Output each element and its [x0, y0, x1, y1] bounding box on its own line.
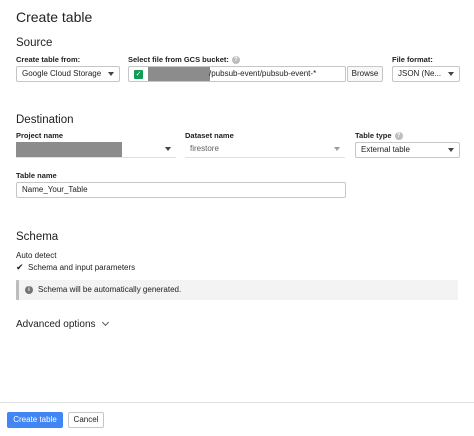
project-name-label: Project name: [16, 131, 64, 140]
chevron-down-icon: [334, 147, 340, 151]
create-from-label: Create table from:: [16, 55, 81, 64]
browse-button[interactable]: Browse: [347, 66, 383, 82]
cancel-button[interactable]: Cancel: [68, 412, 104, 428]
source-section-title: Source: [16, 37, 53, 49]
chevron-down-icon: [101, 318, 109, 327]
redacted-project-name: [16, 142, 122, 157]
create-from-select[interactable]: Google Cloud Storage: [16, 66, 120, 82]
table-name-label: Table name: [16, 171, 57, 180]
table-type-label: Table type?: [355, 131, 403, 141]
chevron-down-icon: [165, 147, 171, 151]
redacted-bucket-name: [148, 67, 210, 81]
table-name-input[interactable]: Name_Your_Table: [16, 182, 346, 198]
advanced-options-label: Advanced options: [16, 319, 96, 330]
table-type-select[interactable]: External table: [355, 142, 460, 158]
advanced-options-toggle[interactable]: Advanced options: [16, 318, 109, 330]
table-type-label-text: Table type: [355, 131, 392, 140]
gcs-label: Select file from GCS bucket:?: [128, 55, 240, 65]
file-format-value: JSON (Ne...: [398, 69, 442, 78]
schema-checkbox[interactable]: ✔ Schema and input parameters: [16, 262, 135, 273]
gcs-label-text: Select file from GCS bucket:: [128, 55, 229, 64]
gcs-path-text: /pubsub-event/pubsub-event-*: [209, 69, 317, 78]
table-name-value: Name_Your_Table: [22, 185, 88, 194]
destination-section-title: Destination: [16, 114, 74, 126]
check-icon: ✓: [134, 70, 143, 79]
file-format-label: File format:: [392, 55, 433, 64]
schema-checkbox-label: Schema and input parameters: [28, 263, 136, 272]
page-title: Create table: [16, 9, 93, 25]
footer-divider: [0, 402, 474, 403]
gcs-path-input[interactable]: ✓ /pubsub-event/pubsub-event-*: [128, 66, 346, 82]
dataset-name-select[interactable]: firestore: [185, 142, 345, 158]
create-table-button[interactable]: Create table: [7, 412, 63, 428]
chevron-down-icon: [448, 148, 454, 152]
info-banner: i Schema will be automatically generated…: [16, 280, 458, 300]
create-from-value: Google Cloud Storage: [22, 69, 102, 78]
schema-section-title: Schema: [16, 231, 59, 243]
project-name-select[interactable]: [16, 142, 176, 158]
checkmark-icon[interactable]: ✔: [16, 262, 25, 273]
chevron-down-icon: [448, 72, 454, 76]
table-type-value: External table: [361, 145, 410, 154]
info-text: Schema will be automatically generated.: [38, 285, 182, 294]
help-icon[interactable]: ?: [394, 132, 403, 141]
chevron-down-icon: [108, 72, 114, 76]
help-icon[interactable]: ?: [231, 56, 240, 65]
dataset-name-value: firestore: [190, 144, 219, 153]
dataset-name-label: Dataset name: [185, 131, 234, 140]
info-icon: i: [25, 286, 33, 294]
file-format-select[interactable]: JSON (Ne...: [392, 66, 460, 82]
auto-detect-label: Auto detect: [16, 251, 57, 260]
